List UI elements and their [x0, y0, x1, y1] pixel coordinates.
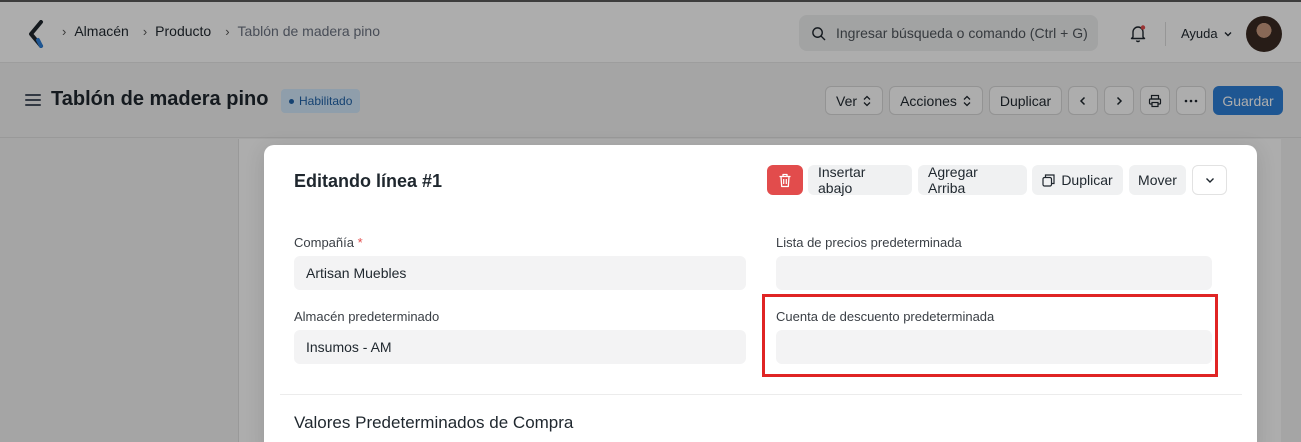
warehouse-value: Insumos - AM [306, 339, 392, 355]
required-marker: * [357, 235, 363, 250]
delete-row-button[interactable] [767, 165, 803, 195]
dialog-title: Editando línea #1 [294, 171, 443, 191]
company-value: Artisan Muebles [306, 265, 407, 281]
duplicate-row-label: Duplicar [1061, 172, 1113, 188]
section-divider [280, 394, 1242, 395]
insert-below-button[interactable]: Insertar abajo [808, 164, 912, 196]
section-title: Valores Predeterminados de Compra [294, 413, 574, 432]
insert-below-label: Insertar abajo [818, 164, 866, 196]
company-label-text: Compañía [294, 235, 354, 250]
move-row-button[interactable]: Mover [1129, 165, 1186, 195]
duplicate-row-button[interactable]: Duplicar [1032, 165, 1123, 195]
highlight-box [762, 294, 1218, 377]
copy-icon [1042, 173, 1055, 187]
trash-icon [779, 173, 791, 187]
add-above-button[interactable]: Agregar Arriba [918, 164, 1027, 196]
collapse-dialog-button[interactable] [1192, 165, 1227, 195]
price-list-field[interactable] [776, 256, 1212, 290]
warehouse-label: Almacén predeterminado [294, 309, 440, 324]
price-list-label: Lista de precios predeterminada [776, 235, 962, 250]
chevron-down-icon [1205, 178, 1214, 183]
add-above-label: Agregar Arriba [928, 164, 978, 196]
edit-row-dialog: Editando línea #1 Insertar abajo Agregar… [264, 145, 1257, 442]
company-label: Compañía * [294, 235, 363, 250]
company-field[interactable]: Artisan Muebles [294, 256, 746, 290]
move-row-label: Mover [1138, 172, 1177, 188]
warehouse-field[interactable]: Insumos - AM [294, 330, 746, 364]
